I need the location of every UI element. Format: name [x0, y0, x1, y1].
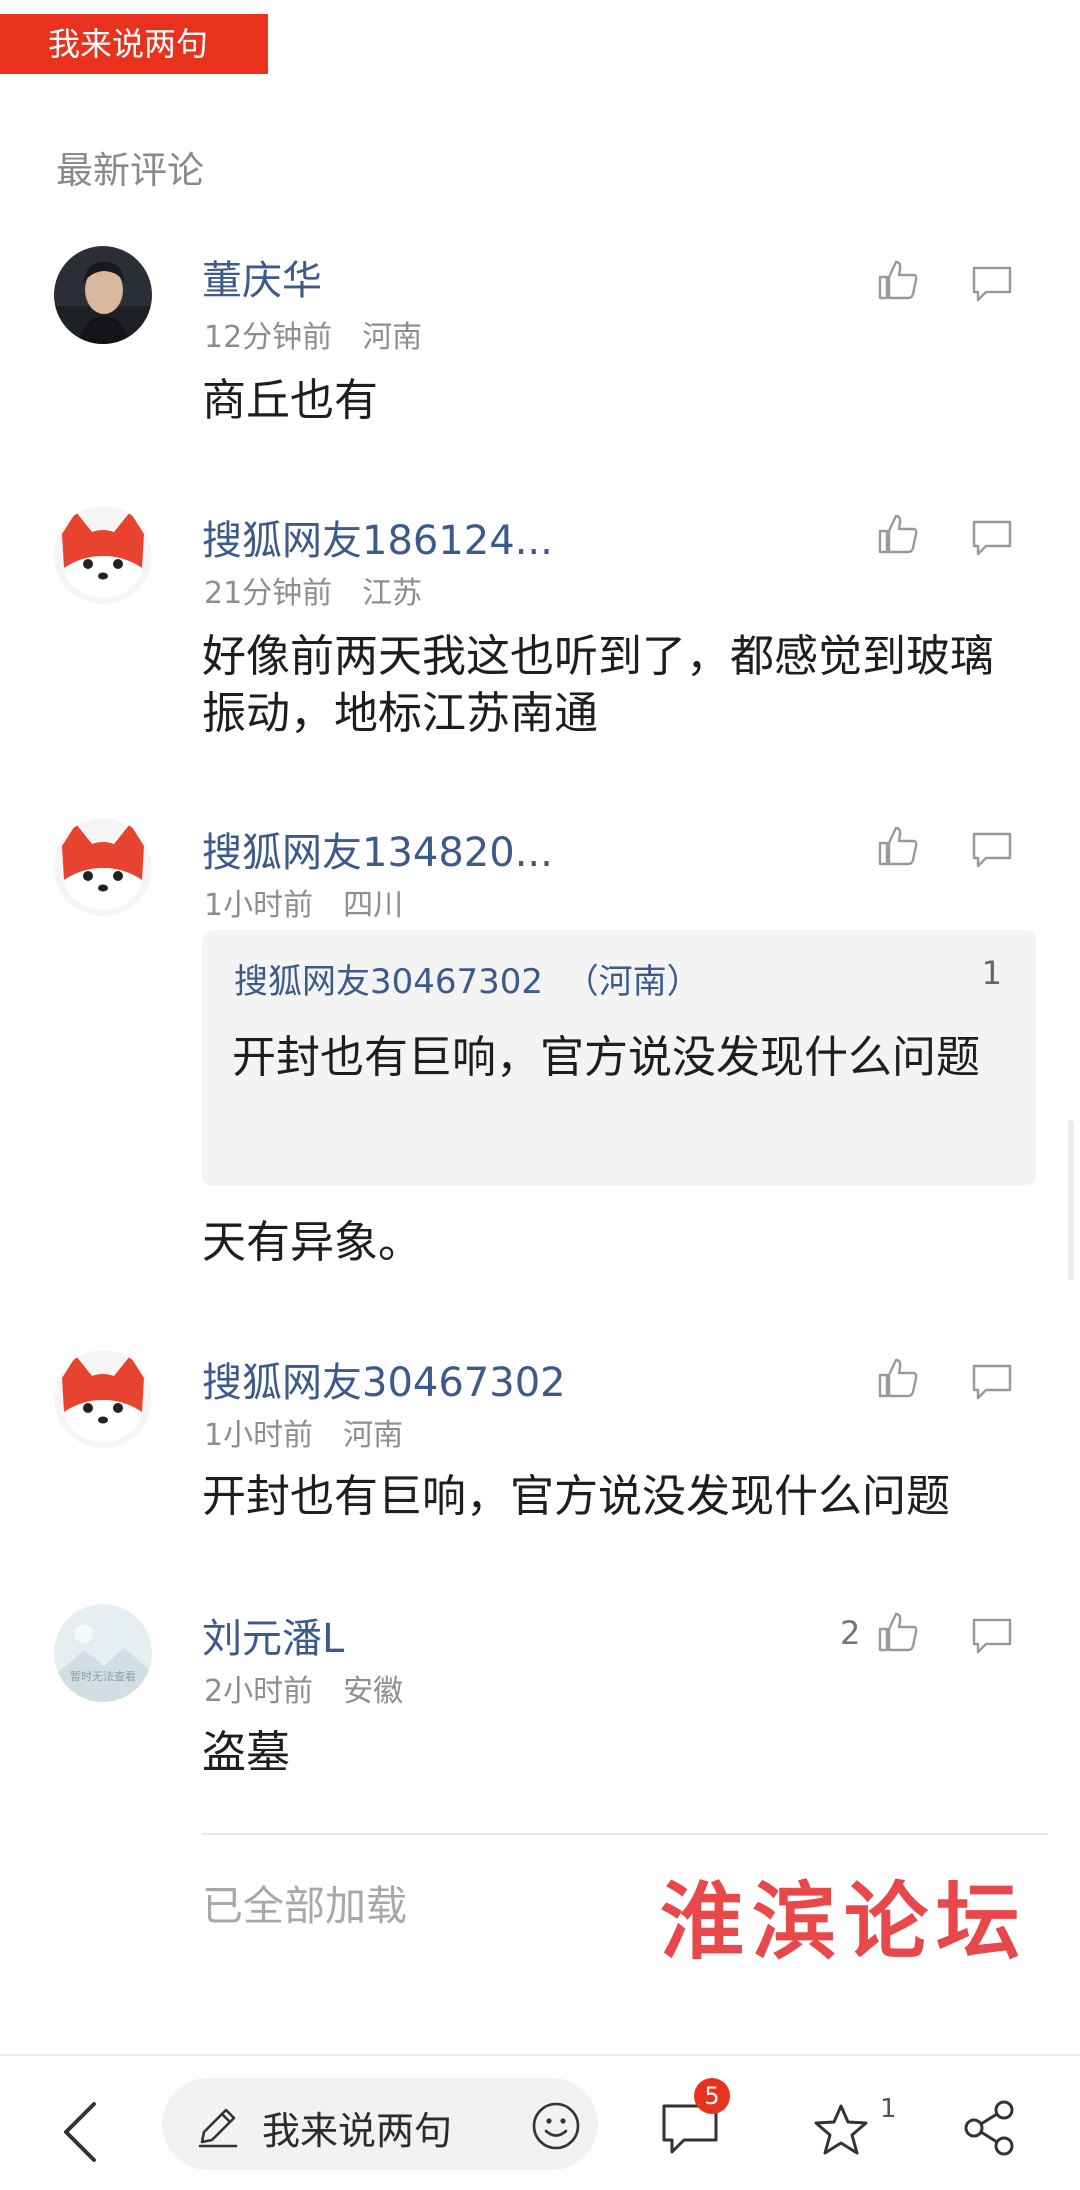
avatar[interactable]: 暂时无法查看	[54, 1604, 152, 1702]
user-photo-icon	[54, 246, 152, 344]
comment-location: 四川	[343, 888, 404, 923]
username[interactable]: 董庆华	[202, 248, 322, 306]
fox-icon	[54, 1350, 152, 1448]
quoted-reply-text: 开封也有巨响，官方说没发现什么问题	[232, 1032, 980, 1083]
bottom-toolbar: 我来说两句 5 1	[0, 2054, 1080, 2190]
comment-time: 21分钟前	[204, 576, 333, 611]
avatar[interactable]	[54, 818, 152, 916]
quoted-reply-count: 1	[981, 954, 1002, 992]
comment-location: 安徽	[343, 1674, 404, 1709]
watermark: 淮滨论坛	[660, 1872, 1029, 1971]
back-icon[interactable]	[58, 2100, 102, 2164]
star-icon[interactable]	[812, 2102, 870, 2158]
reply-icon[interactable]	[970, 1360, 1014, 1404]
fox-icon	[54, 818, 152, 916]
comment-location: 河南	[362, 320, 423, 355]
share-icon[interactable]	[960, 2098, 1020, 2158]
reply-icon[interactable]	[970, 516, 1014, 560]
write-comment-tag[interactable]: 我来说两句	[0, 14, 268, 74]
all-loaded-status: 已全部加载	[202, 1882, 407, 1930]
comment-location: 江苏	[362, 576, 423, 611]
username[interactable]: 搜狐网友186124...	[202, 508, 553, 566]
thumb-up-icon[interactable]	[876, 824, 920, 868]
comment-text: 开封也有巨响，官方说没发现什么问题	[202, 1471, 950, 1522]
comment-text: 盗墓	[202, 1727, 290, 1778]
reply-icon[interactable]	[970, 1614, 1014, 1658]
comment-count-badge: 5	[694, 2078, 730, 2114]
thumb-up-icon[interactable]	[876, 258, 920, 302]
username[interactable]: 刘元潘L	[202, 1606, 344, 1664]
comment-meta: 2小时前 安徽	[204, 1666, 433, 1710]
avatar[interactable]	[54, 506, 152, 604]
comment-meta: 1小时前 四川	[204, 880, 433, 924]
comment-text: 商丘也有	[202, 375, 378, 426]
avatar[interactable]	[54, 1350, 152, 1448]
reply-icon[interactable]	[970, 828, 1014, 872]
thumb-up-icon[interactable]	[876, 1610, 920, 1654]
comment-meta: 21分钟前 江苏	[204, 568, 452, 612]
comment-text: 好像前两天我这也听到了，都感觉到玻璃振动，地标江苏南通	[202, 631, 994, 739]
comment-location: 河南	[343, 1418, 404, 1453]
comment-input[interactable]: 我来说两句	[162, 2078, 598, 2170]
comment-time: 2小时前	[204, 1674, 314, 1709]
image-placeholder-icon	[54, 1604, 152, 1702]
scrollbar[interactable]	[1068, 1120, 1074, 1280]
reply-icon[interactable]	[970, 262, 1014, 306]
favorite-count: 1	[880, 2094, 897, 2124]
quoted-reply-header: 搜狐网友30467302 （河南）	[234, 954, 701, 1003]
avatar[interactable]	[54, 246, 152, 344]
quoted-username[interactable]: 搜狐网友30467302	[234, 962, 543, 1002]
comment-meta: 1小时前 河南	[204, 1410, 433, 1454]
comment-time: 12分钟前	[204, 320, 333, 355]
divider	[202, 1833, 1048, 1835]
avatar-caption: 暂时无法查看	[70, 1670, 136, 1683]
quoted-reply[interactable]: 搜狐网友30467302 （河南） 1 开封也有巨响，官方说没发现什么问题	[202, 930, 1036, 1186]
section-title: 最新评论	[56, 149, 204, 192]
username[interactable]: 搜狐网友134820...	[202, 820, 553, 878]
emoji-icon[interactable]	[530, 2100, 582, 2152]
comment-input-placeholder: 我来说两句	[262, 2109, 453, 2153]
comment-text: 天有异象。	[202, 1217, 422, 1268]
like-count: 2	[840, 1614, 861, 1652]
fox-icon	[54, 506, 152, 604]
thumb-up-icon[interactable]	[876, 1356, 920, 1400]
comment-meta: 12分钟前 河南	[204, 312, 452, 356]
thumb-up-icon[interactable]	[876, 512, 920, 556]
quoted-location: （河南）	[564, 962, 701, 1002]
comment-time: 1小时前	[204, 888, 314, 923]
pen-icon	[198, 2108, 238, 2148]
comment-time: 1小时前	[204, 1418, 314, 1453]
username[interactable]: 搜狐网友30467302	[202, 1350, 566, 1408]
